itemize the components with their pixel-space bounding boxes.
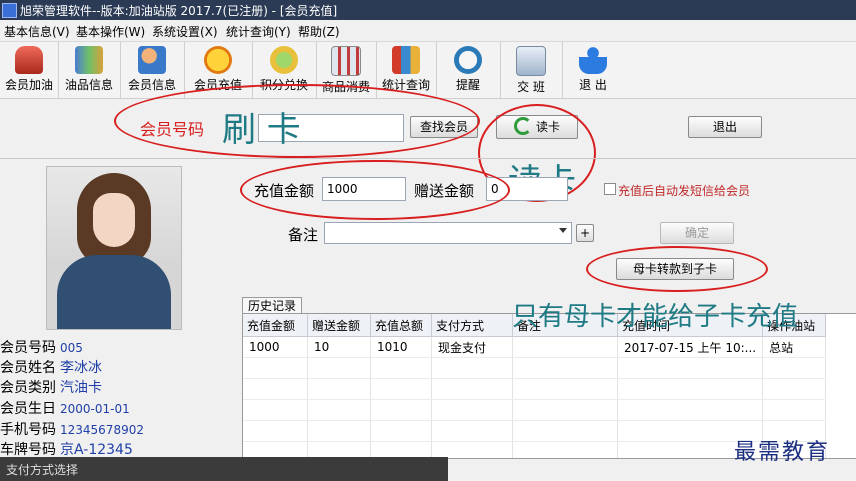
member-field-value: 2000-01-01 <box>60 402 130 416</box>
points-icon <box>270 46 298 74</box>
table-cell: 2017-07-15 上午 10:... <box>617 336 764 358</box>
member-field-label: 会员姓名 <box>0 360 56 376</box>
member-photo <box>46 166 182 330</box>
app-icon <box>2 3 17 18</box>
chart-icon <box>392 46 420 74</box>
payment-method-bar: 支付方式选择 <box>0 457 448 481</box>
window-title: 旭荣管理软件--版本:加油站版 2017.7(已注册) - [会员充值] <box>20 4 338 18</box>
member-field-value: 李冰冰 <box>60 360 102 376</box>
menu-statistics[interactable]: 统计查询(Y) <box>226 23 291 40</box>
clock-icon <box>454 46 482 74</box>
remark-label: 备注 <box>288 226 319 244</box>
divider <box>0 158 856 159</box>
menu-help[interactable]: 帮助(Z) <box>298 23 340 40</box>
toolbar-label: 退 出 <box>579 78 607 92</box>
toolbar-shift-handover[interactable]: 交 班 <box>500 42 563 98</box>
menu-bar: 基本信息(V) 基本操作(W) 系统设置(X) 统计查询(Y) 帮助(Z) <box>0 20 856 42</box>
goods-icon <box>331 46 361 76</box>
member-field-label: 车牌号码 <box>0 442 56 458</box>
toolbar-label: 提醒 <box>455 78 480 92</box>
toolbar-label: 交 班 <box>517 80 545 94</box>
toolbar-exit[interactable]: 退 出 <box>562 42 624 98</box>
member-field-value: 12345678902 <box>60 423 144 437</box>
member-info-row: 会员姓名 李冰冰 <box>0 357 102 377</box>
toolbar-member-info[interactable]: 会员信息 <box>120 42 185 98</box>
car-icon <box>15 46 43 74</box>
annotation-circle-transfer <box>586 246 768 292</box>
chevron-down-icon <box>559 228 567 233</box>
member-field-label: 会员类别 <box>0 380 56 396</box>
member-info-row: 会员生日 2000-01-01 <box>0 398 130 418</box>
toolbar: 会员加油 油品信息 会员信息 会员充值 积分兑换 商品消费 统计查询 提醒 交 … <box>0 42 856 99</box>
toolbar-oil-info[interactable]: 油品信息 <box>58 42 121 98</box>
table-row[interactable]: 1000 10 1010 现金支付 2017-07-15 上午 10:... 总… <box>243 336 827 358</box>
member-info-row: 会员号码 005 <box>0 337 83 357</box>
toolbar-reminder[interactable]: 提醒 <box>436 42 501 98</box>
table-row <box>243 399 827 421</box>
tab-history[interactable]: 历史记录 <box>242 297 302 314</box>
member-field-label: 手机号码 <box>0 422 56 438</box>
toolbar-label: 会员加油 <box>4 78 53 92</box>
table-cell: 总站 <box>762 336 827 358</box>
table-cell: 10 <box>307 336 371 358</box>
coin-icon <box>204 46 232 74</box>
remark-select[interactable] <box>324 222 572 244</box>
sms-checkbox[interactable] <box>604 183 616 195</box>
member-field-value: 汽油卡 <box>60 380 102 396</box>
table-cell: 现金支付 <box>431 336 513 358</box>
toolbar-member-refuel[interactable]: 会员加油 <box>0 42 59 98</box>
member-field-label: 会员生日 <box>0 401 56 417</box>
column-header[interactable]: 赠送金额 <box>307 314 371 337</box>
annotation-circle-amount <box>240 160 510 220</box>
handover-icon <box>516 46 546 76</box>
menu-system-settings[interactable]: 系统设置(X) <box>152 23 218 40</box>
annotation-note: 只有母卡才能给子卡充值 <box>512 302 799 332</box>
annotation-circle-swipe <box>114 84 480 158</box>
sms-label: 充值后自动发短信给会员 <box>618 184 751 198</box>
member-field-value: 005 <box>60 341 83 355</box>
plus-icon: + <box>579 226 591 240</box>
column-header[interactable]: 充值总额 <box>370 314 432 337</box>
column-header[interactable]: 支付方式 <box>431 314 513 337</box>
column-header[interactable]: 充值金额 <box>243 314 308 337</box>
menu-basic-ops[interactable]: 基本操作(W) <box>76 23 145 40</box>
payment-method-label: 支付方式选择 <box>6 463 79 477</box>
title-bar: 旭荣管理软件--版本:加油站版 2017.7(已注册) - [会员充值] <box>0 0 856 20</box>
menu-basic-info[interactable]: 基本信息(V) <box>4 23 70 40</box>
confirm-button[interactable]: 确定 <box>660 222 734 244</box>
watermark: 最需教育 <box>734 440 831 465</box>
toolbar-label: 油品信息 <box>64 78 113 92</box>
member-info-row: 会员类别 汽油卡 <box>0 377 102 397</box>
users-icon <box>138 46 166 74</box>
table-row <box>243 357 827 379</box>
table-cell: 1000 <box>243 336 308 358</box>
exit-person-icon <box>579 46 607 74</box>
table-cell: 1010 <box>370 336 432 358</box>
table-row <box>243 378 827 400</box>
toolbar-label: 会员信息 <box>127 78 176 92</box>
member-field-label: 会员号码 <box>0 340 56 356</box>
exit-button[interactable]: 退出 <box>688 116 762 138</box>
oil-drum-icon <box>75 46 103 74</box>
add-remark-button[interactable]: + <box>576 224 594 242</box>
member-field-value: 京A-12345 <box>60 442 133 458</box>
table-cell <box>512 336 618 358</box>
member-info-row: 手机号码 12345678902 <box>0 419 144 439</box>
member-info-row: 车牌号码 京A-12345 <box>0 439 133 459</box>
